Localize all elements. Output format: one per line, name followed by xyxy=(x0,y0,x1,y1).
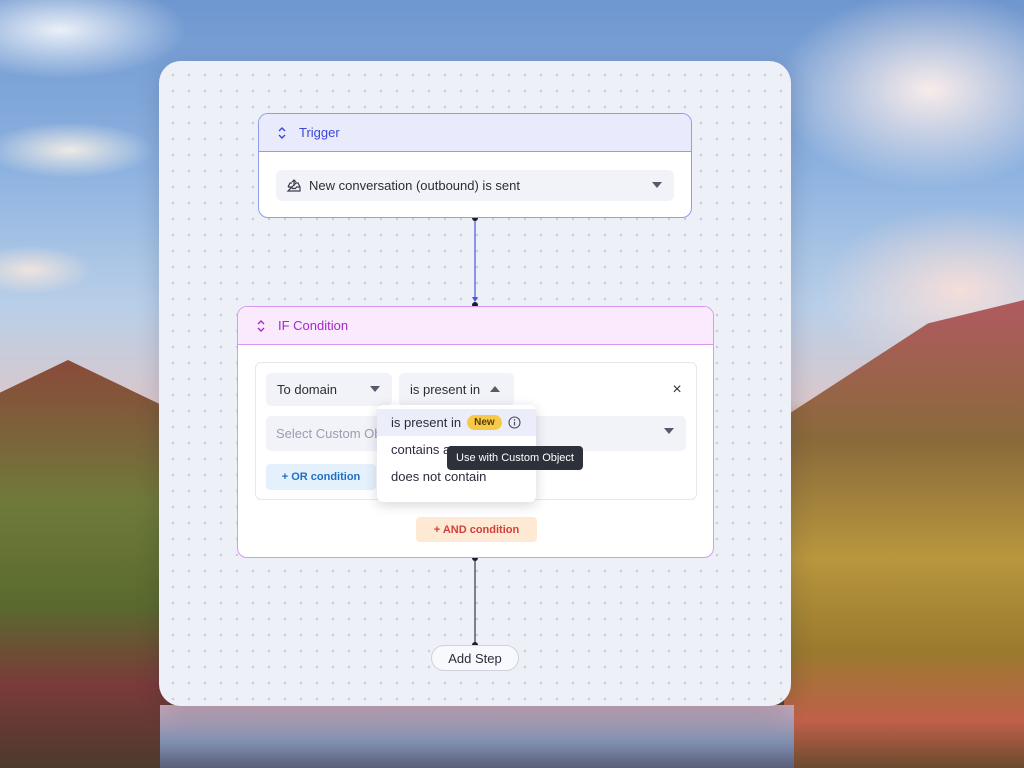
chevron-down-icon xyxy=(370,386,380,392)
custom-object-tooltip: Use with Custom Object xyxy=(447,446,583,470)
custom-object-placeholder: Select Custom Ob xyxy=(276,426,382,441)
collapse-chevron-icon[interactable] xyxy=(277,126,287,139)
add-step-button[interactable]: Add Step xyxy=(431,645,519,671)
chevron-down-icon xyxy=(652,182,662,188)
or-condition-button[interactable]: + OR condition xyxy=(266,464,376,490)
operator-select-value: is present in xyxy=(410,382,481,397)
field-select[interactable]: To domain xyxy=(266,373,392,406)
background-hill-right xyxy=(784,300,1024,768)
inbox-send-icon xyxy=(286,178,301,192)
trigger-card: Trigger New conversation (outbound) is s… xyxy=(258,113,692,218)
remove-condition-close-icon[interactable]: × xyxy=(670,382,684,398)
trigger-event-select[interactable]: New conversation (outbound) is sent xyxy=(276,170,674,201)
option-label: is present in xyxy=(391,415,462,430)
and-condition-button[interactable]: + AND condition xyxy=(416,517,537,542)
operator-select[interactable]: is present in xyxy=(399,373,514,406)
field-select-value: To domain xyxy=(277,382,337,397)
background-hill-left xyxy=(0,360,170,768)
option-label: does not contain xyxy=(391,469,487,484)
option-label: contains a xyxy=(391,442,451,457)
connector-arrowhead xyxy=(472,297,478,302)
collapse-chevron-icon[interactable] xyxy=(256,319,266,332)
if-condition-header[interactable]: IF Condition xyxy=(238,307,713,345)
trigger-title: Trigger xyxy=(299,125,340,140)
workflow-canvas: Trigger New conversation (outbound) is s… xyxy=(159,61,791,706)
new-badge: New xyxy=(467,415,502,430)
dropdown-option-is-present-in[interactable]: is present in New xyxy=(377,409,536,436)
info-icon[interactable] xyxy=(508,416,521,429)
chevron-up-icon xyxy=(490,386,500,392)
trigger-event-value: New conversation (outbound) is sent xyxy=(309,178,521,193)
chevron-down-icon xyxy=(664,428,674,434)
background-water xyxy=(160,705,794,768)
trigger-header[interactable]: Trigger xyxy=(259,114,691,152)
if-condition-title: IF Condition xyxy=(278,318,349,333)
